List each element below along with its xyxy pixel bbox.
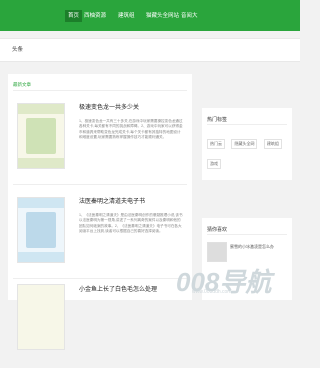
- nav-item-resources[interactable]: 西柚资源: [84, 10, 106, 22]
- breadcrumb: 头条: [0, 38, 300, 62]
- sidebar-recommend-title: 猜你喜欢: [207, 227, 228, 233]
- nav-item-site[interactable]: 猫藏头全网站: [146, 10, 179, 22]
- article-thumbnail[interactable]: [17, 103, 65, 169]
- tab-divider: [13, 90, 187, 91]
- tab-latest[interactable]: 最新文章: [13, 82, 31, 88]
- article-thumbnail[interactable]: [17, 284, 65, 350]
- top-nav-bar: 首页 西柚资源 建筑组 猫藏头全网站 音阅大: [0, 0, 300, 31]
- article-excerpt: 1、极速变色龙一共有三十多关,在游戏中玩家需要操控变色龙通过各种关卡,每关都有不…: [79, 119, 183, 140]
- tag-link[interactable]: 游戏: [207, 159, 221, 169]
- article-excerpt: 1、《法医秦明之清道夫》是由法医秦明创作的悬疑推理小说,该书以法医秦明为第一视角…: [79, 213, 183, 234]
- tag-link[interactable]: 隐藏头全网: [231, 139, 258, 149]
- breadcrumb-label[interactable]: 头条: [12, 45, 23, 53]
- list-item[interactable]: 小金鱼上长了白色毛怎么处理: [13, 278, 187, 368]
- nav-item-music[interactable]: 音阅大: [181, 10, 198, 22]
- divider: [207, 124, 287, 125]
- list-item[interactable]: 极速变色龙一共多少关 1、极速变色龙一共有三十多关,在游戏中玩家需要操控变色龙通…: [13, 94, 187, 185]
- nav-item-home[interactable]: 首页: [65, 10, 83, 22]
- nav-item-building[interactable]: 建筑组: [118, 10, 135, 22]
- list-item[interactable]: 法医秦明之清道夫电子书 1、《法医秦明之清道夫》是由法医秦明创作的悬疑推理小说,…: [13, 188, 187, 279]
- article-title[interactable]: 法医秦明之清道夫电子书: [79, 196, 145, 205]
- article-title[interactable]: 极速变色龙一共多少关: [79, 102, 139, 111]
- tag-cloud: 热门云 隐藏头全网 建筑组 游戏: [207, 132, 287, 172]
- divider: [207, 234, 287, 235]
- article-list: 最新文章 极速变色龙一共多少关 1、极速变色龙一共有三十多关,在游戏中玩家需要操…: [8, 74, 192, 350]
- recommend-item-title[interactable]: 蜜雪的小冰激凌是怎么办: [230, 244, 288, 250]
- article-thumbnail[interactable]: [17, 197, 65, 263]
- article-title[interactable]: 小金鱼上长了白色毛怎么处理: [79, 284, 157, 293]
- sidebar-tags: 热门标签 热门云 隐藏头全网 建筑组 游戏: [202, 108, 292, 180]
- watermark-url: www.008ddh.com: [192, 289, 232, 295]
- recommend-thumbnail[interactable]: [207, 242, 227, 262]
- tag-link[interactable]: 建筑组: [263, 139, 282, 149]
- sidebar-tags-title: 热门标签: [207, 117, 228, 123]
- tag-link[interactable]: 热门云: [207, 139, 225, 149]
